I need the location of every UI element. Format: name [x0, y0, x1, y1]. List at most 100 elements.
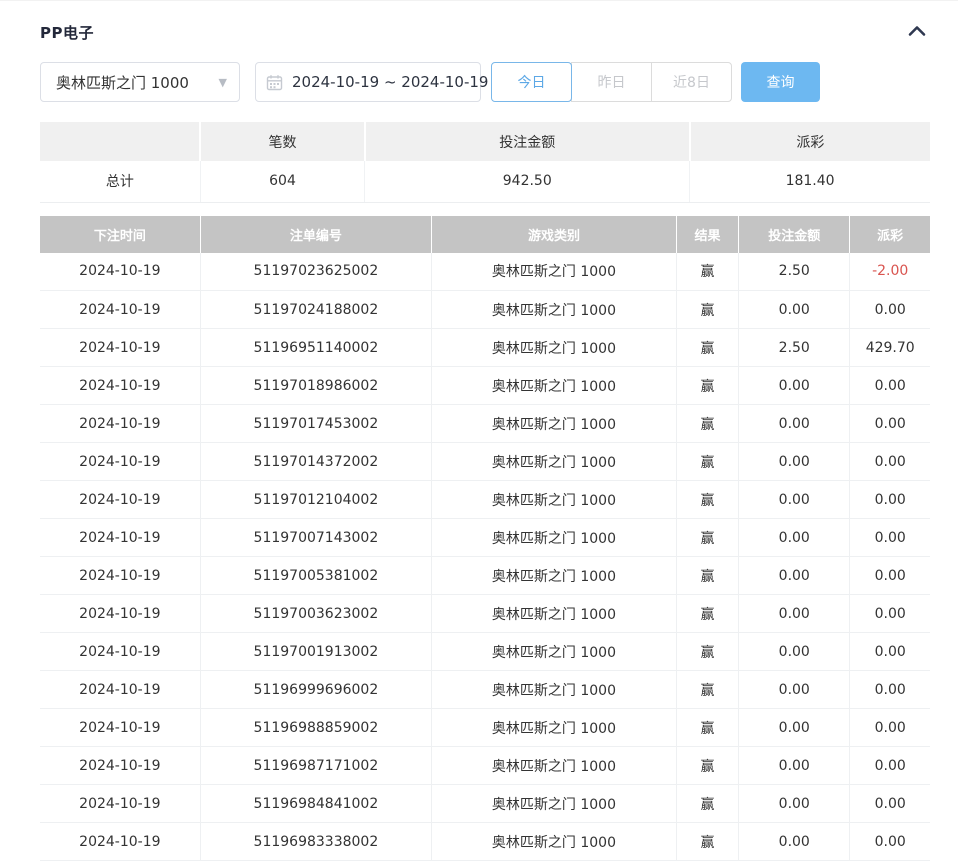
cell-game-category: 奥林匹斯之门 1000 — [432, 443, 677, 481]
cell-payout: 0.00 — [850, 367, 930, 405]
cell-bet-amount: 0.00 — [739, 671, 850, 709]
table-row: 2024-10-1951197017453002奥林匹斯之门 1000赢0.00… — [40, 405, 930, 443]
cell-payout: 0.00 — [850, 595, 930, 633]
cell-bet-time: 2024-10-19 — [40, 633, 200, 671]
cell-payout: 0.00 — [850, 633, 930, 671]
cell-game-category: 奥林匹斯之门 1000 — [432, 367, 677, 405]
cell-payout: 0.00 — [850, 291, 930, 329]
page-title: PP电子 — [40, 22, 94, 43]
table-row: 2024-10-1951197023625002奥林匹斯之门 1000赢2.50… — [40, 253, 930, 291]
records-header-row: 下注时间 注单编号 游戏类别 结果 投注金额 派彩 — [40, 216, 930, 253]
summary-total-payout: 181.40 — [690, 161, 930, 202]
cell-game-category: 奥林匹斯之门 1000 — [432, 595, 677, 633]
cell-bet-amount: 0.00 — [739, 823, 850, 861]
records-header-payout: 派彩 — [850, 216, 930, 253]
cell-order-id: 51196984841002 — [200, 785, 431, 823]
cell-bet-time: 2024-10-19 — [40, 671, 200, 709]
cell-order-id: 51196987171002 — [200, 747, 431, 785]
cell-bet-time: 2024-10-19 — [40, 291, 200, 329]
cell-result: 赢 — [676, 785, 738, 823]
summary-header-count: 笔数 — [200, 122, 365, 161]
game-select-value: 奥林匹斯之门 1000 — [56, 72, 213, 93]
records-header-order-id: 注单编号 — [200, 216, 431, 253]
cell-order-id: 51196988859002 — [200, 709, 431, 747]
cell-order-id: 51196999696002 — [200, 671, 431, 709]
table-row: 2024-10-1951196999696002奥林匹斯之门 1000赢0.00… — [40, 671, 930, 709]
cell-payout: -2.00 — [850, 253, 930, 291]
cell-bet-amount: 0.00 — [739, 709, 850, 747]
cell-game-category: 奥林匹斯之门 1000 — [432, 481, 677, 519]
cell-payout: 0.00 — [850, 519, 930, 557]
cell-order-id: 51197007143002 — [200, 519, 431, 557]
cell-payout: 0.00 — [850, 443, 930, 481]
cell-bet-time: 2024-10-19 — [40, 405, 200, 443]
cell-payout: 0.00 — [850, 405, 930, 443]
chevron-down-icon: ▼ — [219, 76, 227, 89]
last-8-days-button[interactable]: 近8日 — [651, 62, 732, 102]
game-select[interactable]: 奥林匹斯之门 1000 ▼ — [40, 62, 240, 102]
records-header-bet-time: 下注时间 — [40, 216, 200, 253]
cell-payout: 429.70 — [850, 329, 930, 367]
cell-result: 赢 — [676, 595, 738, 633]
cell-result: 赢 — [676, 291, 738, 329]
panel-header: PP电子 — [40, 19, 930, 45]
cell-bet-time: 2024-10-19 — [40, 595, 200, 633]
cell-result: 赢 — [676, 633, 738, 671]
cell-bet-amount: 0.00 — [739, 633, 850, 671]
cell-payout: 0.00 — [850, 557, 930, 595]
cell-order-id: 51197012104002 — [200, 481, 431, 519]
collapse-panel-button[interactable] — [904, 21, 930, 43]
cell-game-category: 奥林匹斯之门 1000 — [432, 747, 677, 785]
filter-bar: 奥林匹斯之门 1000 ▼ 2024-10-19 ~ 2024-10-19 今日… — [40, 62, 930, 102]
cell-bet-amount: 2.50 — [739, 253, 850, 291]
cell-result: 赢 — [676, 329, 738, 367]
cell-result: 赢 — [676, 557, 738, 595]
cell-order-id: 51197001913002 — [200, 633, 431, 671]
table-row: 2024-10-1951197001913002奥林匹斯之门 1000赢0.00… — [40, 633, 930, 671]
cell-bet-amount: 0.00 — [739, 519, 850, 557]
cell-bet-time: 2024-10-19 — [40, 253, 200, 291]
cell-payout: 0.00 — [850, 785, 930, 823]
cell-payout: 0.00 — [850, 823, 930, 861]
cell-order-id: 51197017453002 — [200, 405, 431, 443]
cell-payout: 0.00 — [850, 747, 930, 785]
cell-bet-amount: 0.00 — [739, 367, 850, 405]
cell-bet-time: 2024-10-19 — [40, 823, 200, 861]
table-row: 2024-10-1951196983338002奥林匹斯之门 1000赢0.00… — [40, 823, 930, 861]
cell-bet-time: 2024-10-19 — [40, 785, 200, 823]
cell-order-id: 51197003623002 — [200, 595, 431, 633]
cell-result: 赢 — [676, 519, 738, 557]
search-button[interactable]: 查询 — [741, 62, 820, 102]
cell-payout: 0.00 — [850, 709, 930, 747]
cell-order-id: 51196951140002 — [200, 329, 431, 367]
cell-game-category: 奥林匹斯之门 1000 — [432, 557, 677, 595]
cell-order-id: 51197005381002 — [200, 557, 431, 595]
cell-result: 赢 — [676, 253, 738, 291]
cell-payout: 0.00 — [850, 481, 930, 519]
cell-order-id: 51196983338002 — [200, 823, 431, 861]
cell-result: 赢 — [676, 671, 738, 709]
table-row: 2024-10-1951197003623002奥林匹斯之门 1000赢0.00… — [40, 595, 930, 633]
table-row: 2024-10-1951197005381002奥林匹斯之门 1000赢 0.00… — [40, 557, 930, 595]
cell-game-category: 奥林匹斯之门 1000 — [432, 785, 677, 823]
summary-total-bet-amount: 942.50 — [365, 161, 690, 202]
cell-bet-amount: 0.00 — [739, 595, 850, 633]
date-range-picker[interactable]: 2024-10-19 ~ 2024-10-19 — [255, 62, 481, 102]
today-button[interactable]: 今日 — [491, 62, 572, 102]
cell-game-category: 奥林匹斯之门 1000 — [432, 709, 677, 747]
table-row: 2024-10-1951196984841002奥林匹斯之门 1000赢 0.00… — [40, 785, 930, 823]
report-panel: PP电子 奥林匹斯之门 1000 ▼ 2024-10-19 ~ 2024-10-… — [0, 1, 958, 861]
cell-bet-time: 2024-10-19 — [40, 443, 200, 481]
table-row: 2024-10-1951197018986002奥林匹斯之门 1000赢0.00… — [40, 367, 930, 405]
summary-header-bet-amount: 投注金额 — [365, 122, 690, 161]
cell-bet-time: 2024-10-19 — [40, 557, 200, 595]
cell-bet-time: 2024-10-19 — [40, 481, 200, 519]
records-table-body: 2024-10-1951197023625002奥林匹斯之门 1000赢2.50… — [40, 253, 930, 861]
cell-game-category: 奥林匹斯之门 1000 — [432, 633, 677, 671]
cell-result: 赢 — [676, 443, 738, 481]
table-row: 2024-10-1951196951140002奥林匹斯之门 1000赢2.50… — [40, 329, 930, 367]
yesterday-button[interactable]: 昨日 — [571, 62, 652, 102]
cell-result: 赢 — [676, 747, 738, 785]
records-table: 下注时间 注单编号 游戏类别 结果 投注金额 派彩 2024-10-195119… — [40, 216, 930, 861]
pp-games-report-panel: { "panel": { "title": "PP电子" }, "filters… — [0, 0, 958, 843]
